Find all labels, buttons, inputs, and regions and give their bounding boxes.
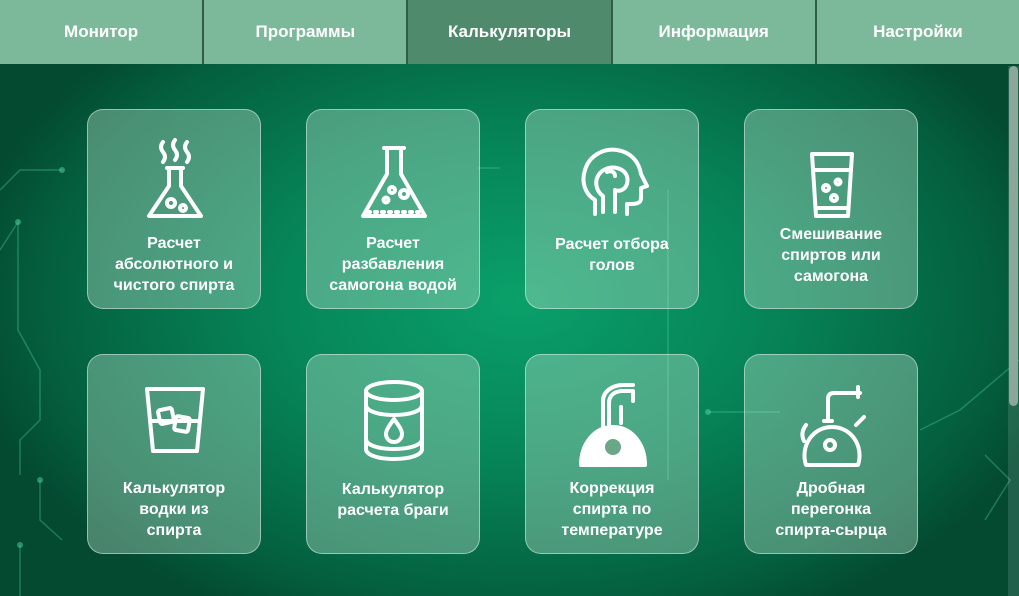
alembic-still-icon [792, 381, 872, 469]
calc-card-vodka[interactable]: Калькулятор водки из спирта [87, 354, 261, 554]
calc-card-label: Калькулятор расчета браги [337, 481, 449, 519]
calc-card-mixing[interactable]: Смешивание спиртов или самогона [744, 109, 918, 309]
calc-card-label: Коррекция спирта по температуре [561, 479, 663, 539]
calc-card-label: Расчет абсолютного и чистого спирта [113, 234, 235, 294]
calc-card-label: Смешивание спиртов или самогона [779, 225, 883, 285]
calc-card-dilution[interactable]: Расчет разбавления самогона водой [306, 109, 480, 309]
scrollbar-thumb[interactable] [1009, 66, 1018, 406]
calc-card-label: Расчет разбавления самогона водой [329, 234, 457, 294]
tab-programs[interactable]: Программы [204, 0, 409, 64]
calc-card-absolute-alcohol[interactable]: Расчет абсолютного и чистого спирта [87, 109, 261, 309]
top-navigation: Монитор Программы Калькуляторы Информаци… [0, 0, 1019, 64]
tab-information[interactable]: Информация [613, 0, 817, 64]
calc-card-mash[interactable]: Калькулятор расчета браги [306, 354, 480, 554]
glass-ice-icon [135, 381, 215, 469]
tab-monitor[interactable]: Монитор [0, 0, 205, 64]
vertical-scrollbar[interactable] [1008, 66, 1019, 596]
flask-steam-icon [135, 136, 215, 224]
calc-card-fractional-distillation[interactable]: Дробная перегонка спирта-сырца [744, 354, 918, 554]
calc-card-heads-cut[interactable]: Расчет отбора голов [525, 109, 699, 309]
flask-bubbles-icon [354, 136, 434, 224]
tab-settings[interactable]: Настройки [817, 0, 1019, 64]
calc-card-label: Калькулятор водки из спирта [122, 479, 226, 539]
calc-card-temp-correction[interactable]: Коррекция спирта по температуре [525, 354, 699, 554]
calc-card-label: Расчет отбора голов [555, 236, 669, 274]
calc-card-label: Дробная перегонка спирта-сырца [775, 479, 887, 539]
still-tap-icon [573, 381, 653, 469]
tab-calculators[interactable]: Калькуляторы [408, 0, 613, 64]
